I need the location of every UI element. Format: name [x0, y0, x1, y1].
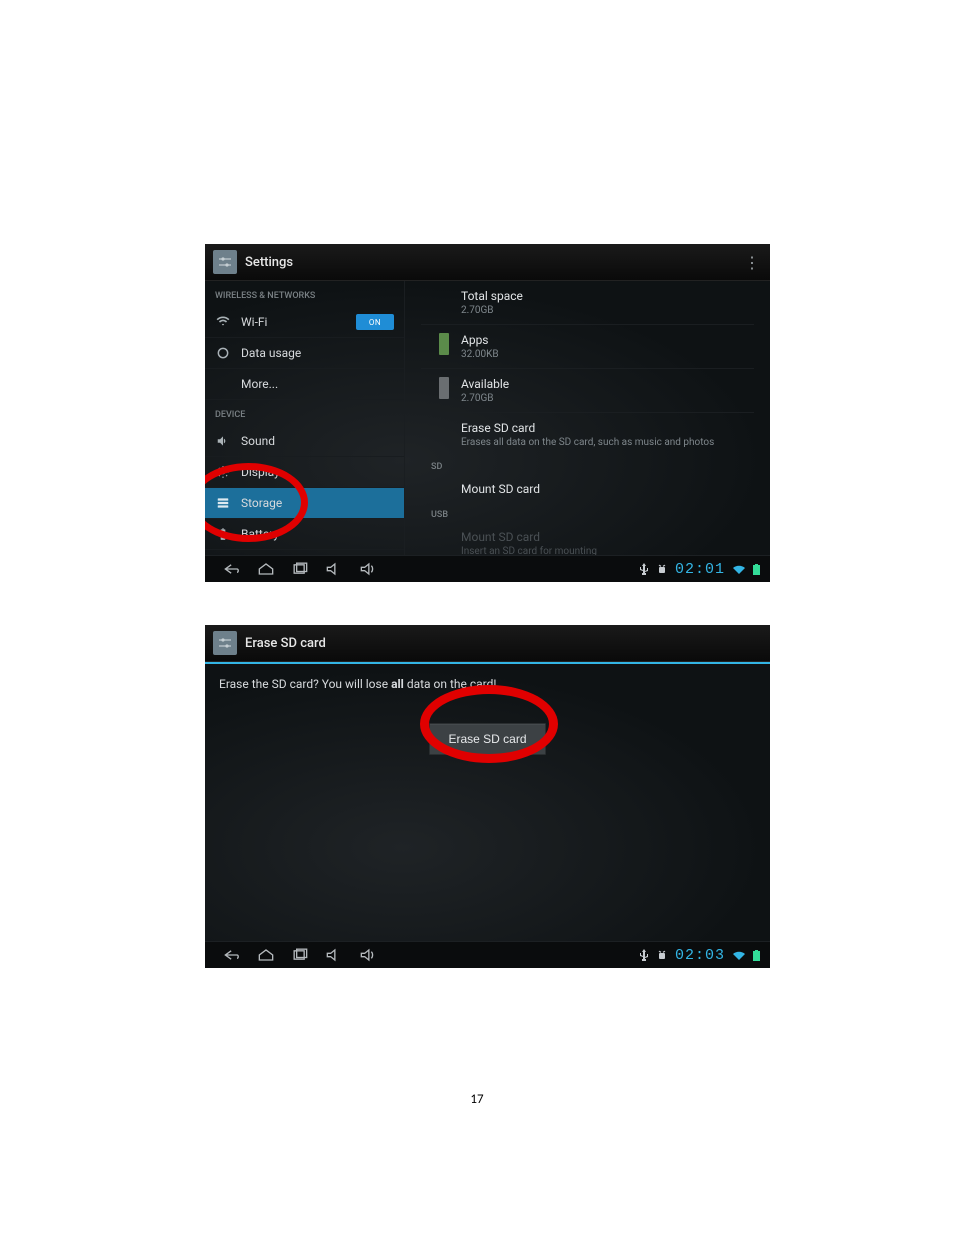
status-tray[interactable]: 02:01 — [639, 561, 760, 578]
usb-icon — [639, 563, 649, 575]
document-page: Settings ⋮ WIRELESS & NETWORKS Wi-Fi ON … — [0, 0, 954, 1235]
data-usage-label: Data usage — [241, 346, 394, 360]
recents-button[interactable] — [283, 556, 317, 582]
settings-body: WIRELESS & NETWORKS Wi-Fi ON Data usage … — [205, 281, 770, 557]
erase-sub: Erases all data on the SD card, such as … — [461, 437, 742, 448]
prompt-bold: all — [391, 677, 404, 691]
wifi-signal-icon — [733, 950, 745, 960]
available-value: 2.70GB — [461, 393, 742, 404]
screenshot-erase-sd: Erase SD card Erase the SD card? You wil… — [205, 625, 770, 968]
overflow-menu-icon[interactable]: ⋮ — [744, 253, 762, 272]
total-space-title: Total space — [461, 289, 742, 303]
sidebar-item-wifi[interactable]: Wi-Fi ON — [205, 307, 404, 338]
status-tray[interactable]: 02:03 — [639, 947, 760, 964]
clock: 02:03 — [675, 947, 725, 964]
erase-sd-button[interactable]: Erase SD card — [429, 723, 545, 755]
volume-up-button[interactable] — [351, 942, 385, 968]
back-button[interactable] — [215, 942, 249, 968]
volume-up-button[interactable] — [351, 556, 385, 582]
section-sd: SD — [421, 456, 754, 474]
storage-icon — [215, 495, 231, 511]
recents-button[interactable] — [283, 942, 317, 968]
usb-icon — [639, 949, 649, 961]
storage-erase-sd[interactable]: Erase SD card Erases all data on the SD … — [421, 413, 754, 456]
apps-title: Apps — [461, 333, 742, 347]
more-label: More... — [241, 377, 394, 391]
wifi-signal-icon — [733, 564, 745, 574]
erase-title: Erase SD card — [461, 421, 742, 435]
storage-mount-sd[interactable]: Mount SD card — [421, 474, 754, 504]
home-button[interactable] — [249, 556, 283, 582]
apps-color-swatch — [439, 333, 449, 355]
volume-down-button[interactable] — [317, 556, 351, 582]
system-navbar: 02:03 — [205, 941, 770, 968]
page-number: 17 — [0, 1092, 954, 1107]
battery-icon — [215, 526, 231, 542]
sidebar-item-data-usage[interactable]: Data usage — [205, 338, 404, 369]
storage-total-space: Total space 2.70GB — [421, 281, 754, 325]
android-debug-icon — [657, 949, 667, 961]
system-navbar: 02:01 — [205, 555, 770, 582]
section-usb: USB — [421, 504, 754, 522]
app-header: Erase SD card — [205, 625, 770, 662]
erase-prompt: Erase the SD card? You will lose all dat… — [205, 665, 770, 703]
category-wireless: WIRELESS & NETWORKS — [205, 281, 404, 307]
settings-app-icon — [213, 631, 237, 655]
prompt-prefix: Erase the SD card? You will lose — [219, 677, 391, 691]
header-title: Erase SD card — [245, 636, 326, 651]
wifi-icon — [215, 314, 231, 330]
battery-status-icon — [753, 564, 760, 575]
battery-label: Battery — [241, 527, 394, 541]
storage-label: Storage — [241, 496, 394, 510]
volume-down-button[interactable] — [317, 942, 351, 968]
erase-body: Erase the SD card? You will lose all dat… — [205, 664, 770, 946]
sidebar-item-battery[interactable]: Battery — [205, 519, 404, 550]
wifi-label: Wi-Fi — [241, 315, 356, 329]
sidebar-item-more[interactable]: More... — [205, 369, 404, 400]
storage-available: Available 2.70GB — [421, 369, 754, 413]
app-header: Settings ⋮ — [205, 244, 770, 281]
screenshot-settings-storage: Settings ⋮ WIRELESS & NETWORKS Wi-Fi ON … — [205, 244, 770, 582]
home-button[interactable] — [249, 942, 283, 968]
sidebar-item-sound[interactable]: Sound — [205, 426, 404, 457]
clock: 02:01 — [675, 561, 725, 578]
battery-status-icon — [753, 950, 760, 961]
apps-value: 32.00KB — [461, 349, 742, 360]
prompt-suffix: data on the card! — [404, 677, 497, 691]
sound-icon — [215, 433, 231, 449]
storage-content: Total space 2.70GB Apps 32.00KB Availabl… — [405, 281, 770, 557]
android-debug-icon — [657, 563, 667, 575]
sidebar-item-storage[interactable]: Storage — [205, 488, 404, 519]
header-title: Settings — [245, 255, 293, 270]
data-usage-icon — [215, 345, 231, 361]
sidebar-item-display[interactable]: Display — [205, 457, 404, 488]
wifi-toggle[interactable]: ON — [356, 314, 394, 330]
category-device: DEVICE — [205, 400, 404, 426]
display-icon — [215, 464, 231, 480]
total-space-value: 2.70GB — [461, 305, 742, 316]
settings-app-icon — [213, 250, 237, 274]
sound-label: Sound — [241, 434, 394, 448]
available-title: Available — [461, 377, 742, 391]
storage-apps[interactable]: Apps 32.00KB — [421, 325, 754, 369]
display-label: Display — [241, 465, 394, 479]
settings-sidebar: WIRELESS & NETWORKS Wi-Fi ON Data usage … — [205, 281, 405, 557]
mount2-title: Mount SD card — [461, 530, 742, 544]
spacer-icon — [215, 376, 231, 392]
back-button[interactable] — [215, 556, 249, 582]
mount-title: Mount SD card — [461, 482, 742, 496]
available-color-swatch — [439, 377, 449, 399]
